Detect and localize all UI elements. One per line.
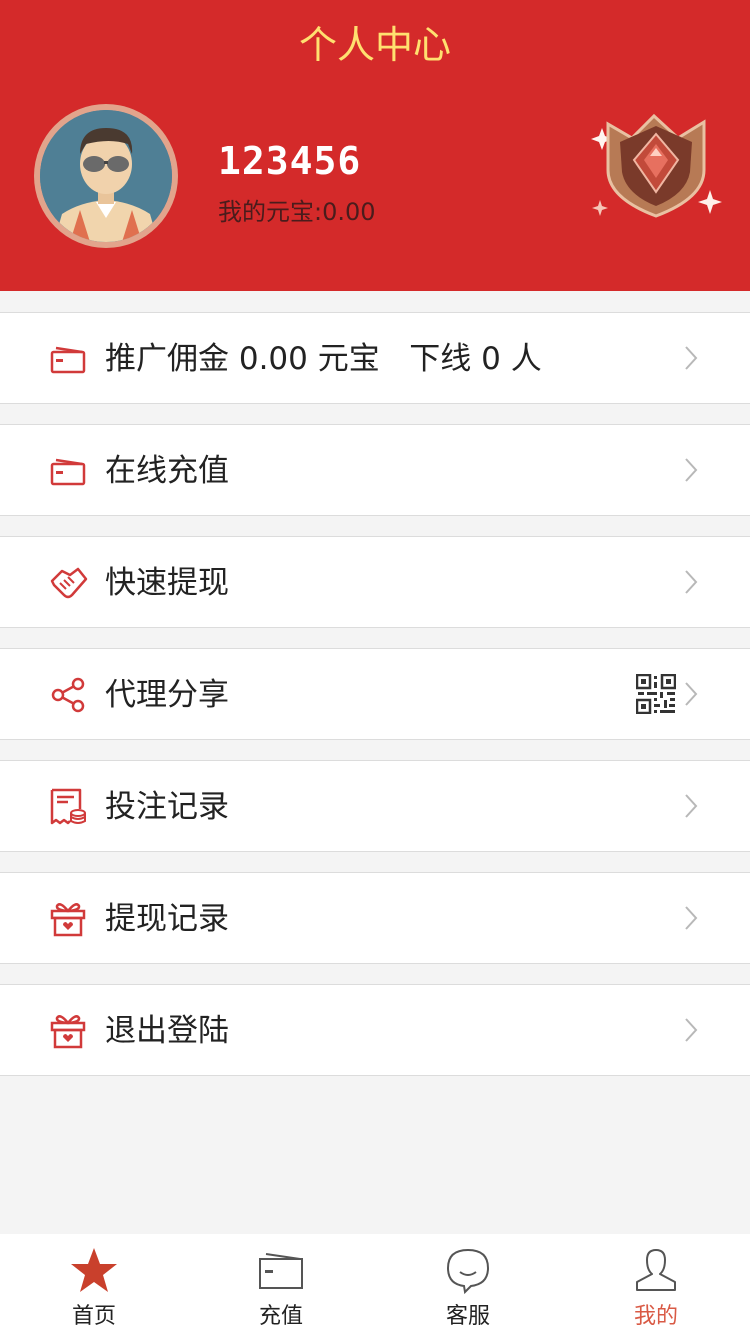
rank-badge-icon — [591, 113, 722, 218]
chevron-right-icon — [685, 458, 698, 482]
avatar[interactable] — [34, 104, 178, 248]
chevron-right-icon — [685, 794, 698, 818]
menu-item-bet-records[interactable]: 投注记录 — [0, 760, 750, 852]
gift-icon — [50, 1015, 86, 1049]
menu-item-promotion[interactable]: 推广佣金 0.00 元宝 下线 0 人 — [0, 312, 750, 404]
tab-mine-label: 我的 — [633, 1304, 678, 1329]
menu-item-logout[interactable]: 退出登陆 — [0, 984, 750, 1076]
person-icon — [636, 1249, 676, 1291]
chevron-right-icon — [685, 1018, 698, 1042]
withdraw-records-label: 提现记录 — [105, 901, 229, 937]
user-avatar-icon — [40, 110, 172, 242]
promotion-label: 推广佣金 0.00 元宝 下线 0 人 — [105, 341, 542, 377]
chevron-right-icon — [685, 346, 698, 370]
tab-home[interactable]: 首页 — [0, 1234, 188, 1333]
chevron-right-icon — [685, 682, 698, 706]
recharge-label: 在线充值 — [105, 453, 229, 489]
bet-records-label: 投注记录 — [105, 789, 229, 825]
wallet-icon — [259, 1253, 303, 1289]
wallet-icon — [50, 346, 86, 374]
share-icon — [51, 677, 85, 713]
receipt-icon — [50, 788, 86, 825]
tab-recharge[interactable]: 充值 — [187, 1234, 375, 1333]
username: 123456 — [218, 139, 362, 183]
share-label: 代理分享 — [105, 677, 229, 713]
balance-text: 我的元宝:0.00 — [218, 198, 376, 226]
chevron-right-icon — [685, 906, 698, 930]
tab-service-label: 客服 — [445, 1304, 490, 1329]
tab-service[interactable]: 客服 — [374, 1234, 562, 1333]
tab-recharge-label: 充值 — [258, 1304, 303, 1329]
menu-item-share[interactable]: 代理分享 — [0, 648, 750, 740]
withdraw-label: 快速提现 — [105, 565, 229, 601]
profile-header: 个人中心 123456 我的元宝:0.00 — [0, 0, 750, 291]
page-title: 个人中心 — [298, 23, 451, 67]
qr-code-icon[interactable] — [636, 674, 676, 714]
gift-icon — [50, 903, 86, 937]
bottom-tab-bar: 首页 充值 客服 我的 — [0, 1234, 750, 1333]
wallet-icon — [50, 458, 86, 486]
chevron-right-icon — [685, 570, 698, 594]
star-icon — [71, 1248, 117, 1292]
tab-mine[interactable]: 我的 — [562, 1234, 750, 1333]
menu-item-withdraw-records[interactable]: 提现记录 — [0, 872, 750, 964]
tab-home-label: 首页 — [71, 1304, 116, 1329]
menu-item-withdraw[interactable]: 快速提现 — [0, 536, 750, 628]
menu-item-recharge[interactable]: 在线充值 — [0, 424, 750, 516]
logout-label: 退出登陆 — [105, 1013, 229, 1049]
handshake-icon — [50, 567, 88, 599]
chat-bubble-icon — [446, 1248, 490, 1295]
